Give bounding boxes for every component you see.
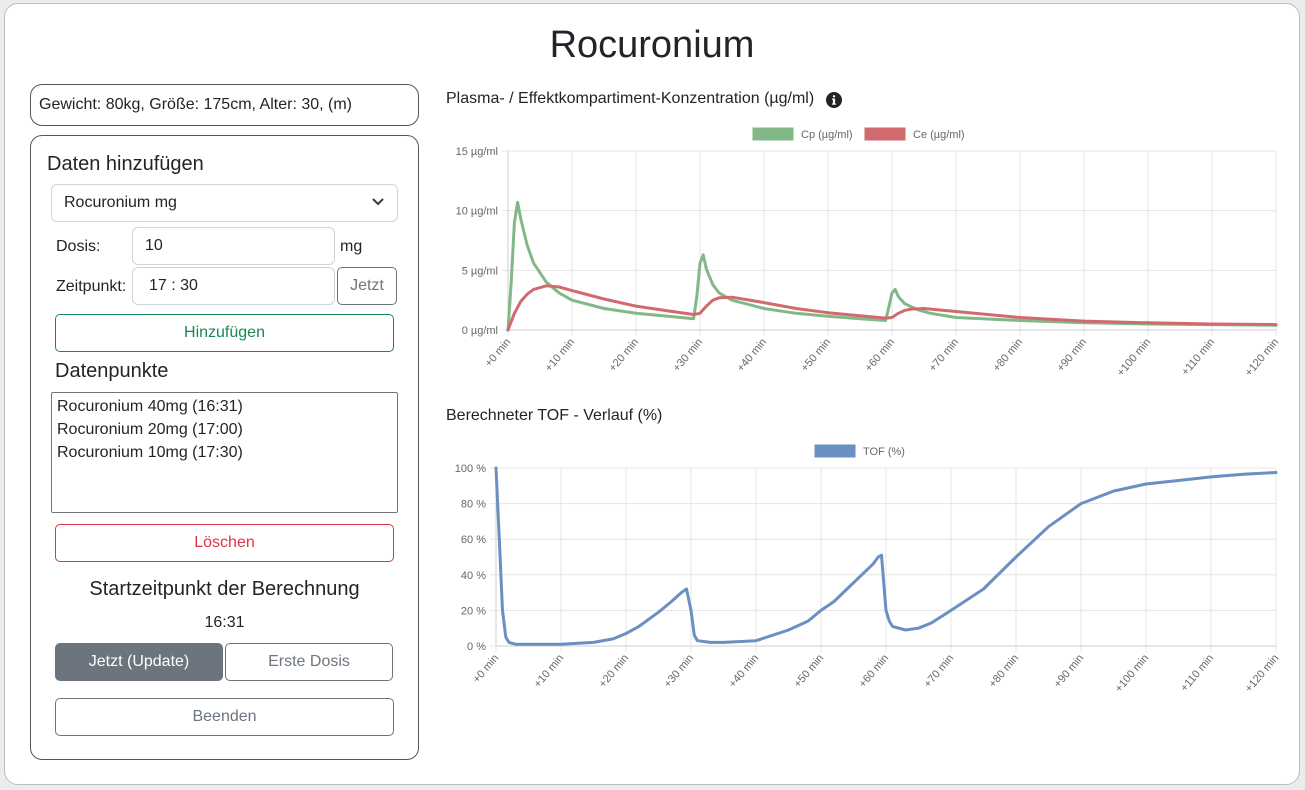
x-tick-label: +70 min: [922, 652, 957, 690]
app-frame: Rocuronium Gewicht: 80kg, Größe: 175cm, …: [4, 3, 1300, 785]
x-tick-label: +120 min: [1243, 652, 1281, 695]
x-tick-label: +30 min: [671, 336, 706, 374]
x-tick-label: +80 min: [991, 336, 1026, 374]
concentration-plot: 0 µg/ml 5 µg/ml 10 µg/ml 15 µg/ml +0 min +10 …: [456, 127, 1281, 379]
legend-label: Cp (µg/ml): [801, 129, 853, 141]
x-tick-label: +20 min: [597, 652, 632, 690]
x-tick-label: +50 min: [799, 336, 834, 374]
x-tick-label: +110 min: [1179, 336, 1217, 378]
x-tick-label: +50 min: [792, 652, 827, 690]
tof-plot: 0 % 20 % 40 % 60 % 80 % 100 % +0 min +10 min +20…: [455, 444, 1281, 695]
legend-label: TOF (%): [863, 446, 905, 458]
y-tick-label: 40 %: [461, 570, 486, 582]
x-tick-label: +10 min: [543, 336, 578, 374]
x-tick-label: +110 min: [1178, 652, 1216, 694]
legend-swatch: [752, 127, 794, 141]
concentration-chart: 0 µg/ml 5 µg/ml 10 µg/ml 15 µg/ml +0 min +10 …: [455, 127, 1281, 695]
y-tick-label: 15 µg/ml: [456, 146, 498, 158]
x-tick-label: +30 min: [662, 652, 697, 690]
y-tick-label: 0 %: [467, 641, 486, 653]
y-tick-label: 100 %: [455, 463, 486, 475]
x-tick-label: +80 min: [987, 652, 1022, 690]
x-tick-label: +100 min: [1113, 652, 1151, 695]
x-tick-label: +0 min: [471, 652, 502, 685]
legend-swatch: [814, 444, 856, 458]
x-tick-label: +90 min: [1055, 336, 1090, 374]
x-tick-label: +40 min: [727, 652, 762, 690]
y-tick-label: 5 µg/ml: [462, 265, 498, 277]
x-tick-label: +0 min: [483, 336, 514, 369]
x-tick-label: +100 min: [1115, 336, 1153, 379]
x-tick-label: +60 min: [857, 652, 892, 690]
x-tick-label: +60 min: [863, 336, 898, 374]
x-tick-label: +20 min: [607, 336, 642, 374]
y-tick-label: 10 µg/ml: [456, 206, 498, 218]
x-tick-label: +90 min: [1052, 652, 1087, 690]
x-tick-label: +40 min: [735, 336, 770, 374]
y-tick-label: 0 µg/ml: [462, 325, 498, 337]
y-tick-label: 20 %: [461, 605, 486, 617]
legend-label: Ce (µg/ml): [913, 129, 965, 141]
tof-chart-title: Berechneter TOF - Verlauf (%): [446, 407, 663, 424]
x-tick-label: +70 min: [927, 336, 962, 374]
legend-swatch: [864, 127, 906, 141]
x-tick-label: +10 min: [532, 652, 567, 690]
y-tick-label: 80 %: [461, 499, 486, 511]
y-tick-label: 60 %: [461, 534, 486, 546]
x-tick-label: +120 min: [1243, 336, 1281, 379]
